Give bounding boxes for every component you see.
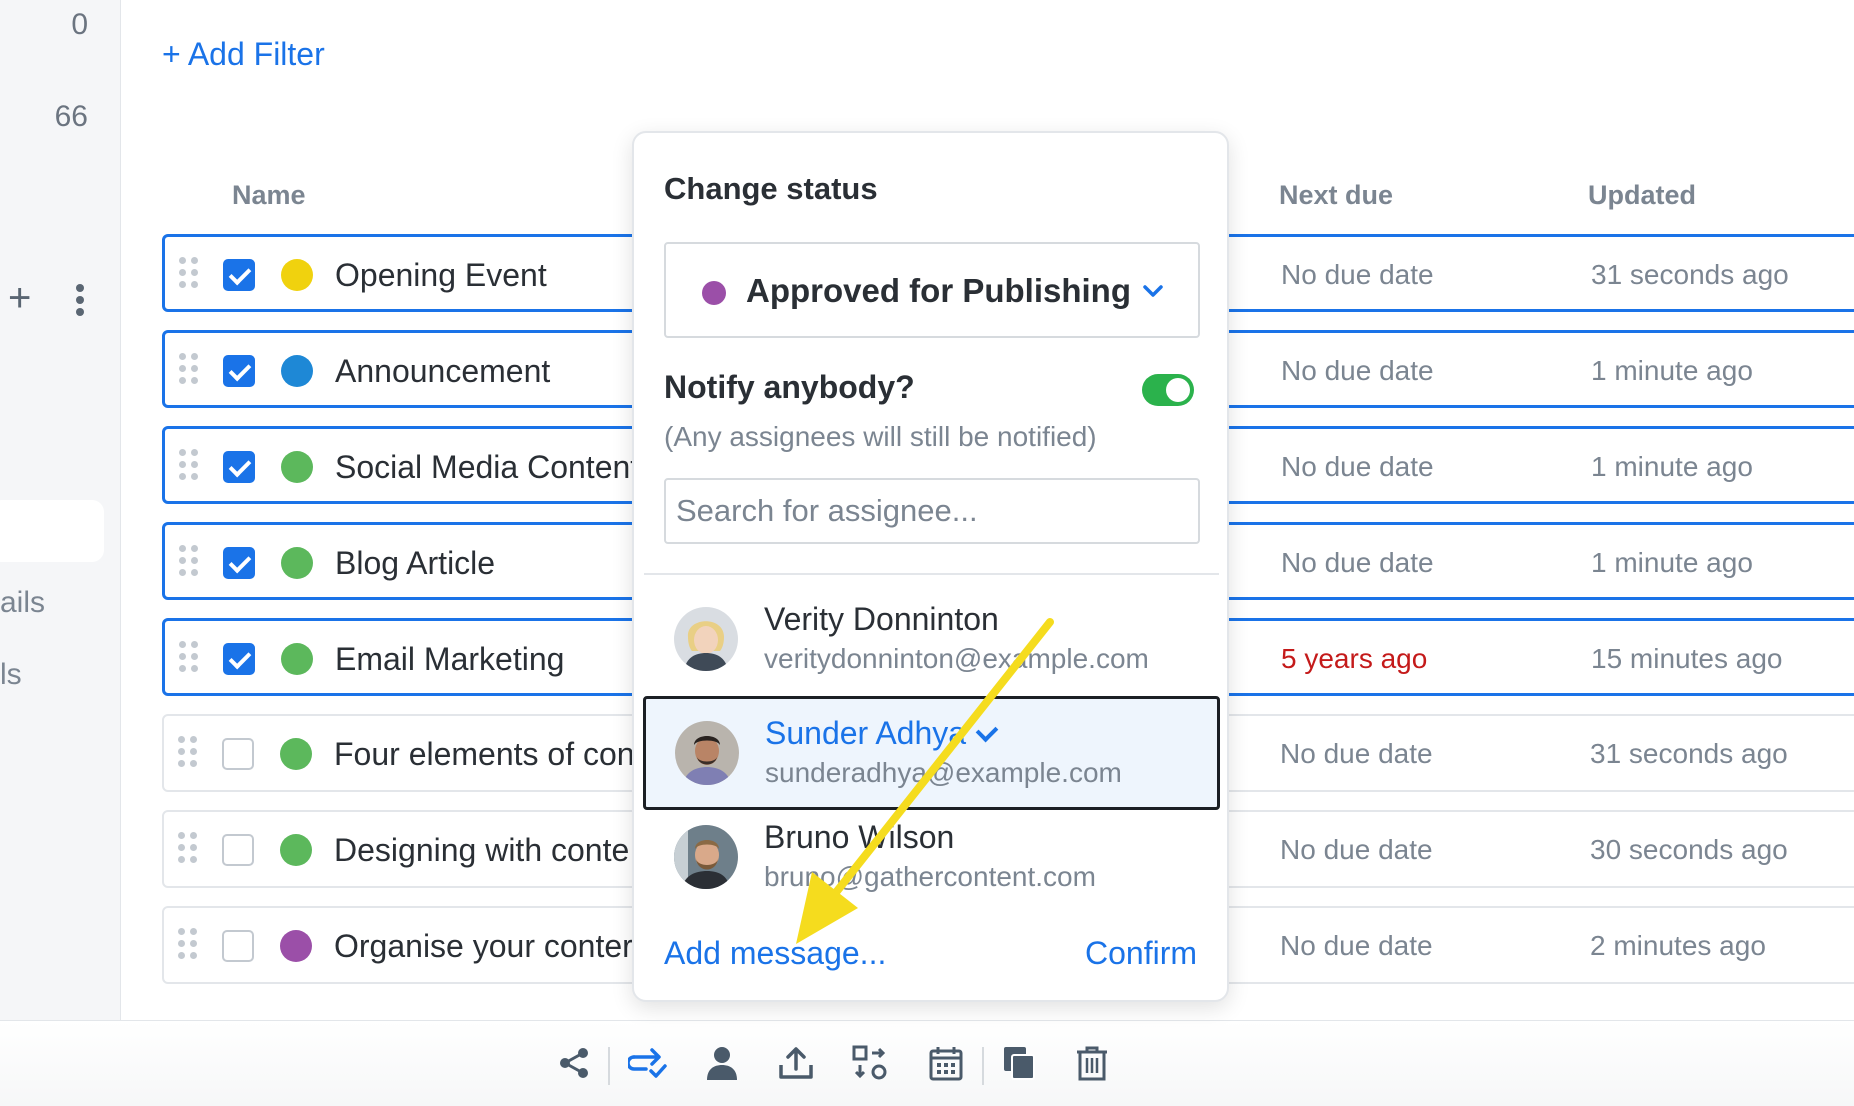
assignee-name: Sunder Adhya — [765, 715, 999, 752]
status-dot — [280, 738, 312, 770]
next-due-value: No due date — [1280, 834, 1433, 865]
drag-handle-icon[interactable] — [179, 353, 201, 387]
assignee-option[interactable]: Verity Donninton veritydonninton@example… — [644, 583, 1219, 695]
row-checkbox[interactable] — [222, 930, 254, 962]
notify-label: Notify anybody? — [664, 369, 915, 405]
toolbar-divider — [982, 1047, 984, 1085]
avatar — [674, 825, 738, 889]
item-name[interactable]: Organise your conter — [334, 928, 633, 965]
column-header-next-due[interactable]: Next due — [1279, 180, 1393, 211]
more-options-icon[interactable] — [74, 284, 86, 316]
status-dot — [280, 834, 312, 866]
updated-value: 15 minutes ago — [1591, 643, 1783, 674]
add-message-link[interactable]: Add message... — [664, 935, 886, 972]
column-header-updated[interactable]: Updated — [1588, 180, 1696, 211]
item-name[interactable]: Announcement — [335, 353, 550, 390]
updated-value: 30 seconds ago — [1590, 834, 1788, 865]
row-checkbox[interactable] — [223, 643, 255, 675]
assignee-name: Verity Donninton — [764, 601, 999, 637]
updated-value: 31 seconds ago — [1590, 738, 1788, 769]
next-due-value: No due date — [1281, 547, 1434, 578]
bulk-actions-toolbar — [0, 1020, 1854, 1106]
row-checkbox[interactable] — [223, 355, 255, 387]
left-sidebar: 0 66 + ails ls — [0, 0, 121, 1020]
trash-icon[interactable] — [1068, 1039, 1116, 1087]
assignee-option[interactable]: Bruno Wilson bruno@gathercontent.com — [644, 811, 1219, 923]
updated-value: 1 minute ago — [1591, 451, 1753, 482]
notify-note: (Any assignees will still be notified) — [664, 421, 1097, 452]
updated-value: 1 minute ago — [1591, 355, 1753, 386]
row-checkbox[interactable] — [223, 259, 255, 291]
status-dropdown-value: Approved for Publishing — [746, 272, 1131, 309]
change-status-icon[interactable] — [624, 1039, 672, 1087]
drag-handle-icon[interactable] — [178, 928, 200, 962]
item-name[interactable]: Email Marketing — [335, 641, 564, 678]
row-checkbox[interactable] — [222, 834, 254, 866]
column-header-name[interactable]: Name — [232, 180, 306, 211]
avatar — [675, 721, 739, 785]
drag-handle-icon[interactable] — [179, 257, 201, 291]
drag-handle-icon[interactable] — [178, 832, 200, 866]
item-name[interactable]: Opening Event — [335, 257, 547, 294]
item-name[interactable]: Four elements of con — [334, 736, 635, 773]
checkmark-icon — [975, 719, 999, 743]
assignee-email: sunderadhya@example.com — [765, 757, 1122, 788]
next-due-value: No due date — [1280, 738, 1433, 769]
assign-user-icon[interactable] — [698, 1039, 746, 1087]
updated-value: 2 minutes ago — [1590, 930, 1766, 961]
assignee-search-input[interactable] — [664, 478, 1200, 544]
assignee-email: veritydonninton@example.com — [764, 643, 1149, 674]
row-checkbox[interactable] — [222, 738, 254, 770]
status-dot — [281, 643, 313, 675]
sidebar-item-label[interactable]: ls — [0, 658, 22, 692]
drag-handle-icon[interactable] — [178, 736, 200, 770]
sidebar-count: 66 — [54, 100, 88, 133]
assignee-email: bruno@gathercontent.com — [764, 861, 1096, 892]
next-due-value: No due date — [1281, 451, 1434, 482]
duplicate-icon[interactable] — [996, 1039, 1044, 1087]
status-color-dot — [702, 281, 726, 305]
toolbar-divider — [608, 1047, 610, 1085]
drag-handle-icon[interactable] — [179, 545, 201, 579]
drag-handle-icon[interactable] — [179, 449, 201, 483]
status-dot — [280, 930, 312, 962]
share-icon[interactable] — [550, 1039, 598, 1087]
add-icon[interactable]: + — [8, 278, 31, 318]
row-checkbox[interactable] — [223, 451, 255, 483]
status-dot — [281, 547, 313, 579]
popover-title: Change status — [664, 171, 878, 206]
avatar — [674, 607, 738, 671]
upload-icon[interactable] — [772, 1039, 820, 1087]
change-status-popover: Change status Approved for Publishing No… — [632, 131, 1229, 1002]
drag-handle-icon[interactable] — [179, 641, 201, 675]
status-dot — [281, 355, 313, 387]
add-filter-link[interactable]: + Add Filter — [162, 36, 325, 73]
sidebar-count: 0 — [71, 8, 88, 41]
next-due-value: No due date — [1281, 355, 1434, 386]
item-name[interactable]: Designing with conte — [334, 832, 629, 869]
status-dot — [281, 259, 313, 291]
next-due-value: No due date — [1281, 259, 1434, 290]
updated-value: 1 minute ago — [1591, 547, 1753, 578]
next-due-value: No due date — [1280, 930, 1433, 961]
sidebar-item-label[interactable]: ails — [0, 586, 45, 620]
calendar-icon[interactable] — [922, 1039, 970, 1087]
updated-value: 31 seconds ago — [1591, 259, 1789, 290]
row-checkbox[interactable] — [223, 547, 255, 579]
assignee-name: Bruno Wilson — [764, 819, 955, 855]
assignee-option-selected[interactable]: Sunder Adhya sunderadhya@example.com — [643, 696, 1220, 810]
divider — [644, 573, 1219, 575]
confirm-button[interactable]: Confirm — [1085, 935, 1197, 972]
chevron-down-icon — [1143, 285, 1163, 297]
item-name[interactable]: Blog Article — [335, 545, 495, 582]
next-due-value: 5 years ago — [1281, 643, 1428, 674]
status-dot — [281, 451, 313, 483]
sidebar-active-item[interactable] — [0, 500, 104, 562]
workflow-icon[interactable] — [846, 1039, 894, 1087]
item-name[interactable]: Social Media Content — [335, 449, 639, 486]
status-dropdown[interactable]: Approved for Publishing — [664, 242, 1200, 338]
notify-toggle[interactable] — [1142, 374, 1194, 406]
